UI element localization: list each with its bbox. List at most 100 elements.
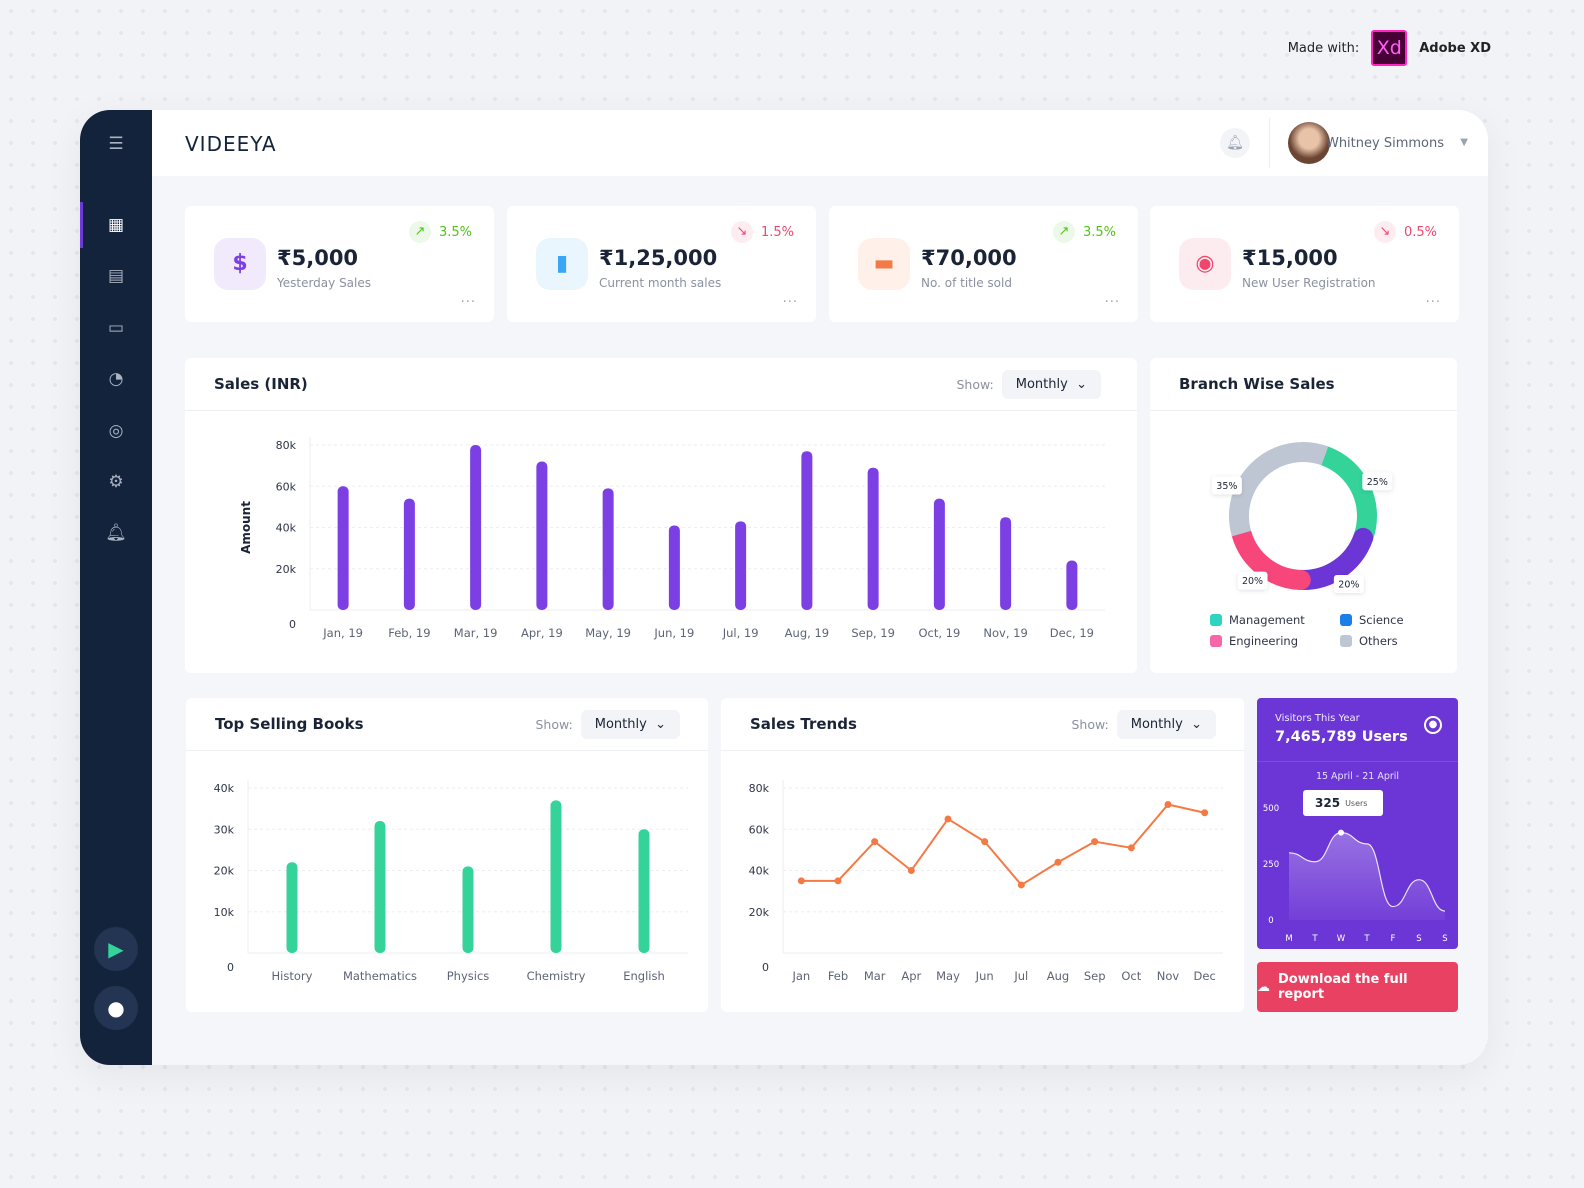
stat-value: ₹70,000 — [921, 246, 1017, 270]
stat-card: ▮ ₹1,25,000 Current month sales ↘ 1.5% ··… — [507, 206, 816, 322]
x-tick-label: Mathematics — [343, 969, 417, 983]
x-tick-label: Jan — [791, 969, 810, 983]
legend-item: Engineering — [1210, 634, 1298, 648]
x-tick-label: History — [272, 969, 313, 983]
date-range: 15 April - 21 April — [1315, 771, 1400, 782]
bar — [933, 498, 945, 610]
donut-slice — [1229, 442, 1329, 537]
bar — [536, 461, 548, 610]
x-tick-label: Feb, 19 — [388, 626, 430, 640]
bar — [668, 525, 680, 610]
menu-icon[interactable]: ☰ — [104, 132, 128, 156]
x-tick-label: W — [1337, 934, 1346, 944]
legend-item: Others — [1340, 634, 1398, 648]
x-tick-label: Nov — [1157, 969, 1180, 983]
top-books-panel: Top Selling Books Show: Monthly ⌄ 0 10k 20k… — [186, 698, 708, 1012]
data-point — [834, 877, 842, 885]
data-point — [907, 867, 915, 874]
legend-swatch — [1210, 635, 1222, 647]
period-select[interactable]: Monthly ⌄ — [580, 710, 680, 739]
area-fill — [1289, 832, 1445, 920]
download-report-button[interactable]: ☁ Download the full report — [1257, 962, 1458, 1012]
data-point — [1054, 858, 1062, 866]
x-tick-label: Sep — [1084, 969, 1106, 983]
x-tick-label: Sep, 19 — [851, 626, 895, 640]
branch-panel: Branch Wise Sales 25% 20% 20% 35% Managemen… — [1150, 358, 1457, 673]
legend-swatch — [1340, 635, 1352, 647]
panel-title: Sales (INR) — [214, 375, 308, 393]
stat-value: ₹15,000 — [1242, 246, 1338, 270]
google-play-icon[interactable]: ▶ — [94, 927, 138, 971]
legend-label: Engineering — [1229, 634, 1298, 648]
data-point — [1201, 809, 1209, 817]
y-tick-label: 60k — [276, 480, 297, 493]
x-tick-label: F — [1391, 934, 1396, 944]
apple-icon[interactable]: ● — [94, 986, 138, 1030]
bar — [638, 829, 650, 953]
bar — [1000, 517, 1012, 610]
period-select[interactable]: Monthly ⌄ — [1001, 370, 1101, 399]
notification-bell-icon[interactable]: 🔔︎ — [1220, 128, 1250, 158]
inbox-icon[interactable]: ▤ — [104, 264, 128, 288]
period-filter: Show: Monthly ⌄ — [957, 370, 1101, 399]
settings-icon[interactable]: ⚙ — [104, 470, 128, 494]
visitors-total: 7,465,789 Users — [1275, 729, 1408, 745]
bar — [462, 866, 474, 953]
y-tick-label: 40k — [214, 782, 235, 795]
visitors-card: Visitors This Year 7,465,789 Users ● 15 … — [1257, 698, 1458, 949]
x-tick-label: S — [1416, 934, 1421, 944]
logo: VIDEEYA — [185, 132, 277, 156]
change-badge: ↗ 3.5% — [1052, 221, 1116, 243]
more-options-icon[interactable]: ··· — [1426, 295, 1441, 310]
period-select[interactable]: Monthly ⌄ — [1116, 710, 1216, 739]
avatar[interactable] — [1288, 122, 1330, 164]
bar — [867, 467, 879, 610]
more-options-icon[interactable]: ··· — [461, 295, 476, 310]
more-options-icon[interactable]: ··· — [783, 295, 798, 310]
y-tick-label: 250 — [1263, 860, 1279, 870]
branch-donut-chart: 25% 20% 20% 35% — [1211, 442, 1393, 593]
show-label: Show: — [1071, 717, 1109, 732]
user-icon[interactable]: ◎ — [104, 419, 128, 443]
legend-item: Management — [1210, 613, 1305, 627]
legend-label: Management — [1229, 613, 1305, 627]
y-tick-label: 10k — [214, 906, 235, 919]
user-name[interactable]: Whitney Simmons — [1326, 136, 1444, 151]
bar — [550, 800, 562, 953]
dashboard-icon[interactable]: ▦ — [104, 213, 128, 237]
user-circle-icon: ◉ — [1179, 238, 1231, 290]
chevron-down-icon[interactable]: ▼ — [1460, 137, 1468, 148]
trends-line-chart: 0 20k 40k 60k 80k Jan Feb Mar Apr May Jun Jul Aug Sep… — [749, 780, 1223, 983]
stat-card: $ ₹5,000 Yesterday Sales ↗ 3.5% ··· — [185, 206, 494, 322]
stat-label: Current month sales — [599, 276, 722, 290]
data-point — [871, 838, 879, 846]
tooltip-unit: Users — [1345, 798, 1368, 808]
made-with: Made with: Xd Adobe XD — [1288, 30, 1491, 66]
change-value: 1.5% — [760, 224, 794, 240]
bell-icon[interactable]: 🔔︎ — [104, 521, 128, 545]
panel-title: Sales Trends — [750, 715, 857, 733]
x-tick-label: Dec — [1194, 969, 1216, 983]
period-filter: Show: Monthly ⌄ — [535, 710, 680, 739]
data-point — [1091, 838, 1099, 846]
bar — [735, 521, 747, 610]
more-options-icon[interactable]: ··· — [1105, 295, 1120, 310]
adobe-xd-logo: Xd — [1371, 30, 1408, 66]
pie-chart-icon[interactable]: ◔ — [104, 367, 128, 391]
panel-title: Top Selling Books — [215, 715, 364, 733]
legend-label: Others — [1359, 634, 1398, 648]
y-tick-label: 80k — [749, 782, 770, 795]
sales-bar-chart: 0 20k 40k 60k 80k Jan, 19 Feb, 19 Mar, 19 Apr, 1… — [239, 437, 1105, 640]
y-tick-label: 20k — [749, 906, 770, 919]
card-icon[interactable]: ▭ — [104, 316, 128, 340]
change-value: 3.5% — [438, 224, 472, 240]
y-tick-label: 20k — [214, 865, 235, 878]
x-tick-label: Aug, 19 — [785, 626, 829, 640]
x-tick-label: Apr — [901, 969, 921, 983]
cloud-download-icon: ☁ — [1257, 979, 1270, 995]
legend-swatch — [1210, 614, 1222, 626]
show-label: Show: — [535, 717, 573, 732]
stat-value: ₹1,25,000 — [599, 246, 718, 270]
x-tick-label: Jul — [1013, 969, 1028, 983]
change-badge: ↘ 1.5% — [730, 221, 794, 243]
